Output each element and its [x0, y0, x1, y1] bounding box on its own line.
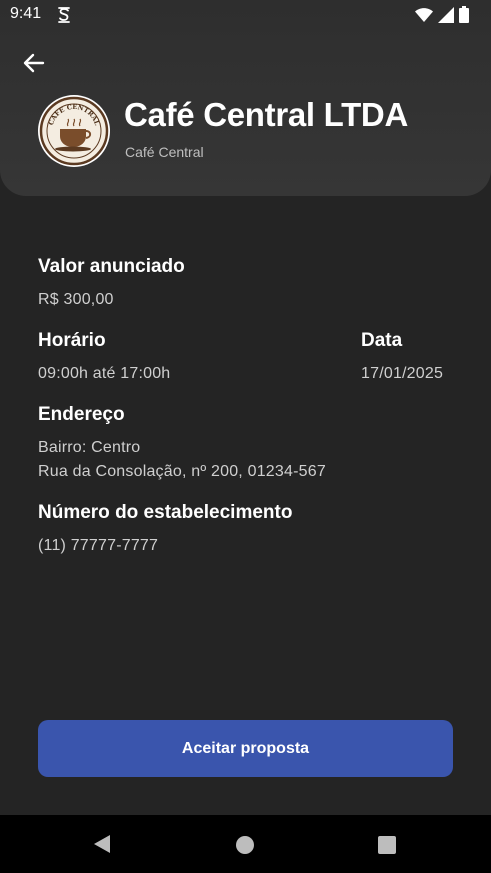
- arrow-left-icon[interactable]: [20, 49, 48, 77]
- value-amount: R$ 300,00: [38, 291, 114, 308]
- status-bar: 9:41: [0, 0, 491, 30]
- address-label: Endereço: [38, 404, 125, 425]
- system-nav-bar: [0, 815, 491, 873]
- header-card: 9:41 CAFE CENTRAL Café Central LTDA Café…: [0, 0, 491, 196]
- square-recents-icon[interactable]: [378, 836, 396, 854]
- triangle-back-icon[interactable]: [93, 834, 111, 854]
- address-line1: Bairro: Centro: [38, 439, 141, 456]
- phone-value: (11) 77777-7777: [38, 537, 159, 554]
- phone-label: Número do estabelecimento: [38, 502, 293, 523]
- date-value: 17/01/2025: [361, 365, 444, 382]
- avatar: CAFE CENTRAL: [38, 95, 110, 167]
- address-line2: Rua da Consolação, nº 200, 01234-567: [38, 463, 326, 480]
- status-icons: [415, 6, 469, 23]
- circle-home-icon[interactable]: [236, 836, 254, 854]
- status-app-icon: [58, 7, 70, 23]
- cell-signal-icon: [438, 6, 454, 23]
- status-time: 9:41: [10, 5, 42, 22]
- schedule-label: Horário: [38, 330, 106, 351]
- page-title: Café Central LTDA: [124, 96, 408, 133]
- value-label: Valor anunciado: [38, 256, 185, 277]
- battery-icon: [459, 6, 469, 23]
- accept-proposal-button[interactable]: Aceitar proposta: [38, 720, 453, 777]
- date-label: Data: [361, 330, 403, 351]
- schedule-value: 09:00h até 17:00h: [38, 365, 171, 382]
- page-subtitle: Café Central: [125, 144, 204, 160]
- wifi-icon: [415, 7, 433, 22]
- proposal-screen: 9:41 CAFE CENTRAL Café Central LTDA Café…: [0, 0, 491, 873]
- cafe-logo: CAFE CENTRAL: [39, 96, 109, 166]
